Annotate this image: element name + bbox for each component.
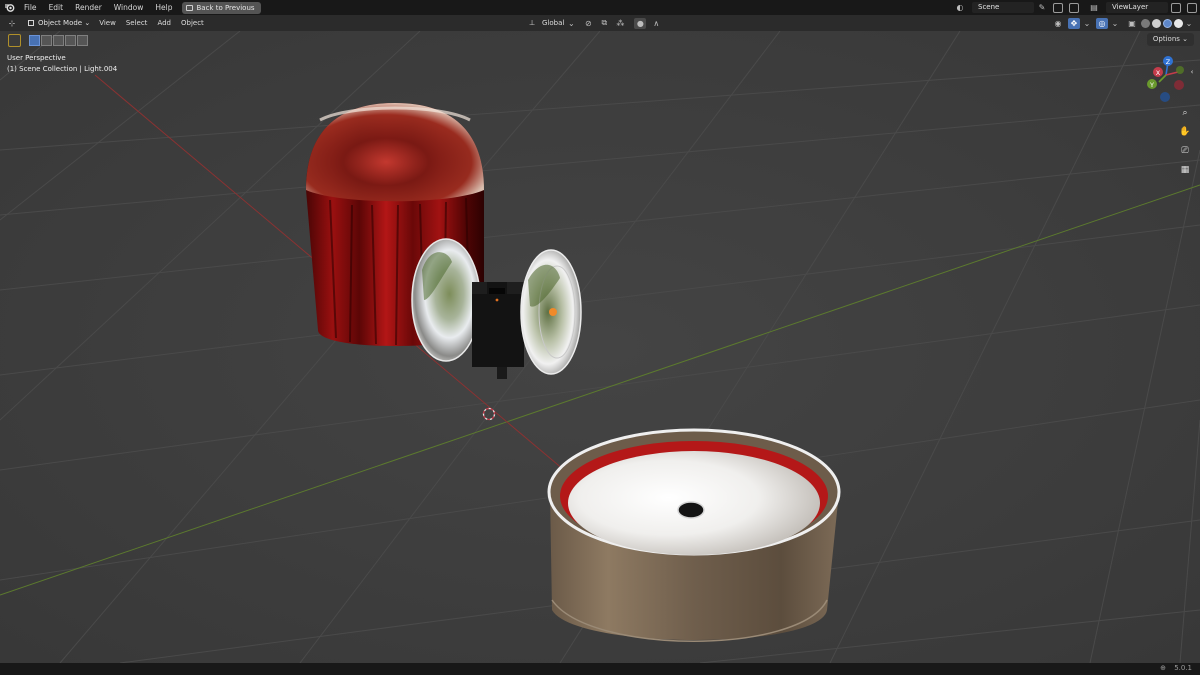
gizmo-icon[interactable]: ✥ — [1068, 17, 1080, 29]
menu-select[interactable]: Select — [121, 17, 153, 29]
object-mode-select[interactable]: Object Mode ⌄ — [24, 17, 94, 29]
menu-object[interactable]: Object — [176, 17, 209, 29]
visibility-icon[interactable]: ◉ — [1052, 18, 1064, 29]
wireframe-shading-icon[interactable] — [1141, 18, 1150, 28]
transform-orientation-select[interactable]: Global — [540, 17, 566, 29]
connector-block[interactable] — [472, 282, 524, 379]
editor-type-icon[interactable]: ⊹ — [6, 18, 18, 29]
transform-orientation-icon[interactable]: ⟂ — [526, 18, 538, 29]
falloff-icon[interactable]: ∧ — [650, 18, 662, 29]
menu-add[interactable]: Add — [152, 17, 176, 29]
view-layer-icon[interactable]: ▤ — [1088, 2, 1100, 13]
menu-window[interactable]: Window — [108, 0, 150, 15]
pin-icon[interactable]: ✎ — [1036, 2, 1048, 13]
select-mode-new[interactable] — [29, 34, 40, 46]
menu-help[interactable]: Help — [149, 0, 178, 15]
base-cylinder-object[interactable] — [547, 428, 841, 642]
delete-scene-icon[interactable] — [1069, 2, 1079, 13]
options-button[interactable]: Options ⌄ — [1146, 33, 1194, 46]
tool-row — [8, 33, 89, 47]
gizmo-x-label: X — [1156, 69, 1161, 77]
gizmo-y-label: Y — [1149, 81, 1154, 89]
material-shading-icon[interactable] — [1163, 18, 1172, 28]
select-tool-icon[interactable] — [8, 33, 21, 47]
top-menu-bar: File Edit Render Window Help Back to Pre… — [0, 0, 1200, 15]
new-view-layer-icon[interactable] — [1171, 2, 1181, 13]
chrome-dish-right[interactable] — [520, 249, 582, 375]
object-mode-label: Object Mode — [38, 19, 83, 27]
zoom-icon[interactable]: ⌕ — [1177, 105, 1193, 121]
network-icon: ⊕ — [1160, 664, 1166, 672]
version-label: 5.0.1 — [1174, 664, 1192, 672]
select-mode-extend[interactable] — [41, 34, 52, 46]
solid-shading-icon[interactable] — [1152, 18, 1161, 28]
menu-view[interactable]: View — [94, 17, 121, 29]
blender-logo[interactable] — [0, 0, 18, 15]
view-layer-field[interactable]: ViewLayer — [1106, 2, 1168, 13]
delete-view-layer-icon[interactable] — [1187, 2, 1197, 13]
rendered-shading-icon[interactable] — [1174, 18, 1183, 28]
status-bar: ⊕ 5.0.1 — [0, 663, 1200, 675]
transform-controls: ⟂ Global ⌄ ⊘ ⧉ ⁂ ● ∧ — [524, 17, 664, 29]
3d-viewport[interactable]: Z X Y — [0, 0, 1200, 675]
snap-icon[interactable]: ⧉ — [598, 18, 610, 29]
select-mode-intersect[interactable] — [77, 34, 88, 46]
gizmo-collapse-icon[interactable]: ‹ — [1187, 64, 1197, 80]
camera-view-icon[interactable]: ⎚ — [1177, 143, 1193, 159]
perspective-label: User Perspective — [7, 54, 66, 62]
overlay-icon[interactable]: ◎ — [1096, 17, 1108, 29]
pan-hand-icon[interactable]: ✋ — [1177, 124, 1193, 140]
gizmo-neg-y-axis[interactable] — [1176, 66, 1184, 74]
gizmo-z-label: Z — [1166, 58, 1171, 66]
pivot-point-icon[interactable]: ⊘ — [582, 18, 594, 29]
xray-icon[interactable]: ▣ — [1126, 18, 1138, 29]
grid-ortho-icon[interactable]: ▦ — [1177, 162, 1193, 178]
proportional-editing-icon[interactable]: ● — [634, 17, 647, 29]
chrome-dish-left[interactable] — [411, 238, 481, 362]
scene-name-field[interactable]: Scene — [972, 2, 1034, 13]
collection-label: (1) Scene Collection | Light.004 — [7, 65, 118, 73]
gizmo-neg-z-axis[interactable] — [1160, 92, 1170, 102]
scene-icon[interactable]: ◐ — [954, 2, 966, 13]
viewport-display-controls: ◉ ✥ ⌄ ◎ ⌄ ▣ ⌄ — [1050, 17, 1194, 29]
object-mode-icon — [28, 20, 34, 26]
menu-edit[interactable]: Edit — [43, 0, 70, 15]
options-label: Options — [1152, 35, 1180, 43]
menu-file[interactable]: File — [18, 0, 43, 15]
gizmo-neg-x-axis[interactable] — [1174, 80, 1184, 90]
viewport-header: ⊹ Object Mode ⌄ View Select Add Object ⟂… — [0, 15, 1200, 31]
new-scene-icon[interactable] — [1053, 2, 1063, 13]
back-to-previous-label: Back to Previous — [196, 3, 255, 12]
select-mode-invert[interactable] — [65, 34, 76, 46]
screen-icon — [186, 4, 194, 11]
back-to-previous-button[interactable]: Back to Previous — [182, 1, 261, 14]
snap-target-icon[interactable]: ⁂ — [614, 18, 626, 29]
light-origin-marker — [549, 308, 557, 316]
scene-selector-area: ◐ Scene ✎ ▤ ViewLayer — [952, 0, 1200, 15]
select-mode-subtract[interactable] — [53, 34, 64, 46]
menu-render[interactable]: Render — [69, 0, 108, 15]
